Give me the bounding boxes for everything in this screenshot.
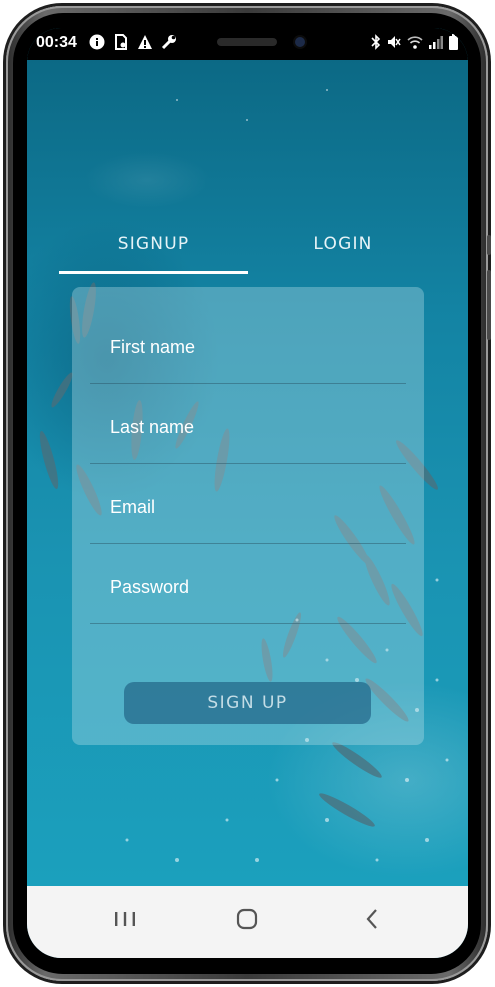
email-label: Email xyxy=(110,497,156,517)
front-camera xyxy=(295,37,305,47)
info-icon xyxy=(89,34,105,55)
first-name-field[interactable]: First name xyxy=(90,317,406,384)
background-ocean-image: SIGNUP LOGIN First name Last name Email … xyxy=(27,60,468,886)
sim-settings-icon xyxy=(113,34,129,55)
active-tab-indicator xyxy=(59,271,248,274)
status-bar: 00:34 xyxy=(27,28,468,60)
warning-icon xyxy=(137,34,153,55)
back-icon[interactable] xyxy=(353,904,393,934)
status-left-icons xyxy=(89,34,177,55)
first-name-label: First name xyxy=(110,337,196,357)
wifi-icon xyxy=(407,34,423,53)
password-label: Password xyxy=(110,577,190,597)
sign-up-button[interactable]: SIGN UP xyxy=(124,682,371,724)
bluetooth-icon xyxy=(371,34,381,53)
power-button xyxy=(487,235,491,255)
system-nav-bar xyxy=(27,886,468,958)
last-name-label: Last name xyxy=(110,417,195,437)
battery-icon xyxy=(449,34,458,53)
last-name-field[interactable]: Last name xyxy=(90,397,406,464)
wrench-icon xyxy=(161,34,177,55)
status-time: 00:34 xyxy=(36,34,77,51)
home-icon[interactable] xyxy=(227,904,267,934)
signal-icon xyxy=(429,34,443,53)
mute-icon xyxy=(387,34,401,53)
email-field[interactable]: Email xyxy=(90,477,406,544)
recent-apps-icon[interactable] xyxy=(105,904,145,934)
tab-signup[interactable]: SIGNUP xyxy=(59,230,248,272)
password-field[interactable]: Password xyxy=(90,557,406,624)
earpiece xyxy=(217,38,277,46)
volume-button xyxy=(487,270,491,340)
phone-screen: 00:34 SIGNUP LOGIN First name Last name … xyxy=(27,28,468,958)
tab-login[interactable]: LOGIN xyxy=(248,230,438,272)
signup-form-card: First name Last name Email Password SIGN… xyxy=(72,287,424,745)
status-right-icons xyxy=(371,34,458,53)
auth-tabs: SIGNUP LOGIN xyxy=(27,230,468,274)
